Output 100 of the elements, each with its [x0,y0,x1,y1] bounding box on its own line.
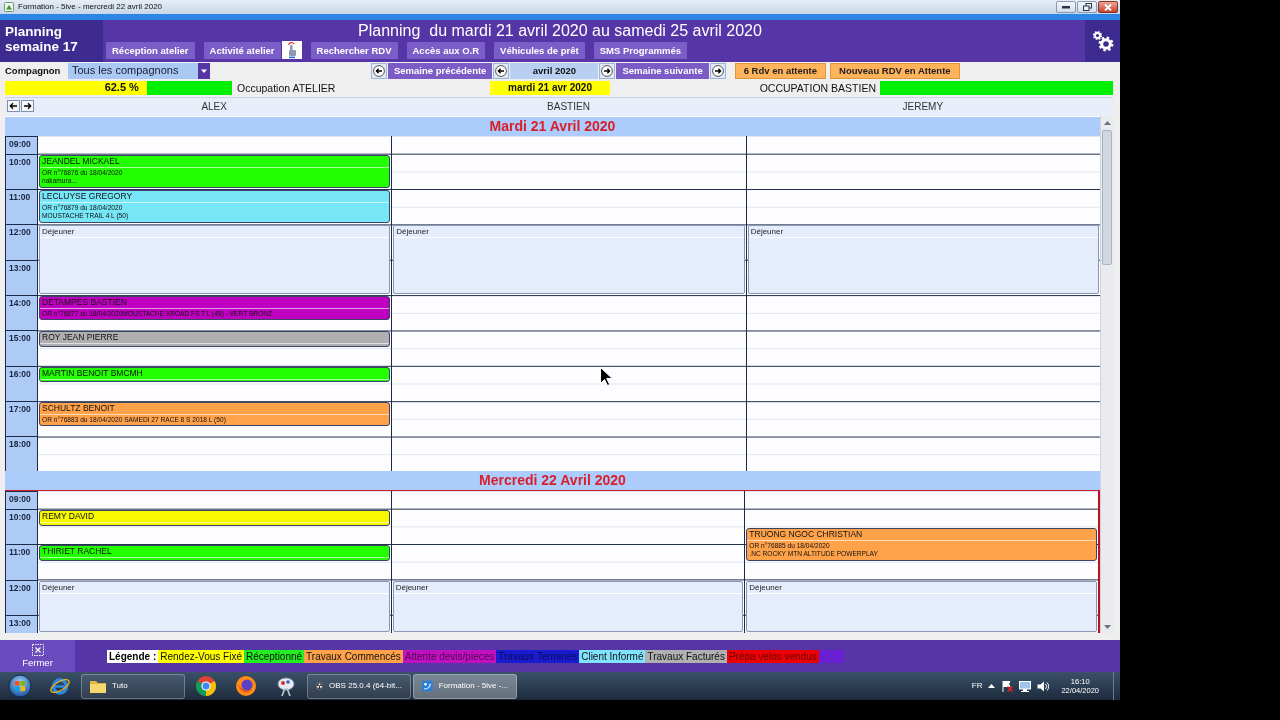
toolbar-button[interactable]: Rechercher RDV [310,41,398,59]
next-week-button[interactable]: Semaine suivante [616,63,709,79]
legend-item: Client Informé [579,649,646,663]
legend-item: Rendez-Vous Fixé [158,649,244,663]
time-label: 12:00 [5,579,37,616]
companion-label: Compagnon [5,65,62,77]
close-button[interactable]: Fermer [0,640,75,672]
minimize-button[interactable] [1056,1,1076,13]
caret-down-icon [1103,625,1111,629]
right-arrow-button[interactable] [21,100,34,112]
time-label: 09:00 [5,491,37,510]
column-header: JEREMY [902,101,944,113]
column-header: BASTIEN [547,101,590,113]
left-arrow-button[interactable] [7,100,20,112]
toolbar-button[interactable]: SMS Programmés [593,41,688,59]
legend-item: Réceptionné [243,649,305,663]
window-title: Formation - 5ive - mercredi 22 avril 2020 [18,2,163,12]
time-label: 18:00 [5,436,37,472]
settings-icon [1090,29,1115,53]
planning-title: Planning du mardi 21 avril 2020 au samedi 25 avril 2020 [358,21,762,41]
client-name: SCHULTZ BENOIT [40,402,390,415]
scrollbar-thumb[interactable] [1102,130,1112,265]
minimize-icon [1062,5,1070,9]
taskbar-window-button[interactable]: Formation - 5ive -... [413,673,517,699]
right-arrow-icon [711,65,724,77]
occupation-label: OCCUPATION BASTIEN [759,81,876,95]
time-label: 14:00 [5,294,37,331]
pending-appointments-button[interactable]: 6 Rdv en attente [734,63,827,79]
legend-item: Prépa velos vendus [726,649,819,663]
client-name: LECLUYSE GREGORY [40,191,390,203]
caret-up-icon[interactable] [988,684,996,688]
window-icon [4,2,14,12]
browser-icon [49,675,71,697]
toolbar-button[interactable]: Réception atelier [106,41,195,59]
hand-tap-icon[interactable] [281,41,302,59]
right-arrow-icon [23,102,32,110]
left-arrow-button[interactable] [371,63,387,79]
restore-button[interactable] [1077,1,1097,13]
settings-button[interactable] [1085,20,1120,62]
time-label: 09:00 [5,136,37,154]
occupation-reading: 62.5 % [104,81,140,95]
left-arrow-icon [9,102,18,110]
client-name: JEANDEL MICKAEL [40,155,390,168]
previous-week-button[interactable]: Semaine précédente [388,63,493,79]
time-label: 17:00 [5,400,37,437]
tool-icon [275,675,297,697]
time-label: 12:00 [5,224,37,260]
legend-title: Légende : [107,649,159,663]
occupation-label: Occupation ATELIER [237,81,336,95]
legend-item: Travaux Commencés [304,649,403,663]
client-name: TRUONG NGOC CHRISTIAN [747,528,1096,541]
appointment-card[interactable]: ROY JEAN PIERRE [39,331,391,347]
week-title: Planning semaine 17 [0,20,103,62]
break-label: Déjeuner [393,581,743,594]
date-label: mardi 21 avr 2020 [490,81,610,95]
client-name: DETAMPES BASTIEN [40,296,390,309]
time-label: 16:00 [5,365,37,401]
monitor-icon[interactable] [1019,680,1032,692]
break-label: Déjeuner [747,581,1096,594]
speaker-icon[interactable] [1037,680,1050,692]
new-pending-button[interactable]: Nouveau RDV en Attente [830,63,960,79]
time-label: 13:00 [5,259,37,295]
toolbar-button[interactable]: Accès aux O.R [406,41,486,59]
time-label: 13:00 [5,615,37,633]
close-icon [1104,3,1112,11]
language-indicator[interactable]: FR [971,681,983,691]
right-arrow-button[interactable] [709,63,726,79]
toolbar-button[interactable]: Activité atelier [203,41,281,59]
taskbar-window-button[interactable]: OBS 25.0.4 (64-bit... [307,673,411,699]
legend-item: Attente devis/pieces [402,649,497,663]
close-icon [31,644,44,657]
close-button[interactable] [1098,1,1118,13]
day-title: Mardi 21 Avril 2020 [489,118,616,134]
mouse-pointer-icon [600,367,612,386]
time-label: 10:00 [5,153,37,189]
appointment-card[interactable]: REMY DAVID [39,510,390,526]
time-label: 11:00 [5,188,37,225]
day-title: Mercredi 22 Avril 2020 [479,472,626,489]
right-arrow-button[interactable] [599,63,616,79]
legend-item: Travaux Facturés [645,649,727,663]
left-arrow-icon [373,65,385,77]
time-label: 15:00 [5,330,37,366]
break-label: Déjeuner [40,581,389,594]
left-arrow-icon [495,65,508,77]
caret-up-icon [1103,121,1111,125]
break-label: Déjeuner [748,226,1098,239]
column-header: ALEX [201,101,227,113]
flag-icon[interactable] [1001,680,1014,692]
companion-select[interactable]: Tous les compagnons [68,63,210,79]
break-label: Déjeuner [40,226,390,239]
wheel-icon [195,675,217,697]
time-label: 10:00 [5,509,37,545]
start-orb-icon [8,674,32,698]
toolbar-button[interactable]: Véhicules de prêt [494,41,585,59]
legend-item: Travaux Terminés [496,649,580,663]
time-label: 11:00 [5,544,37,580]
left-arrow-button[interactable] [493,63,510,79]
taskbar-window-button[interactable]: Tuto [81,673,185,699]
break-label: Déjeuner [394,226,744,239]
month-label: avril 2020 [510,63,599,79]
